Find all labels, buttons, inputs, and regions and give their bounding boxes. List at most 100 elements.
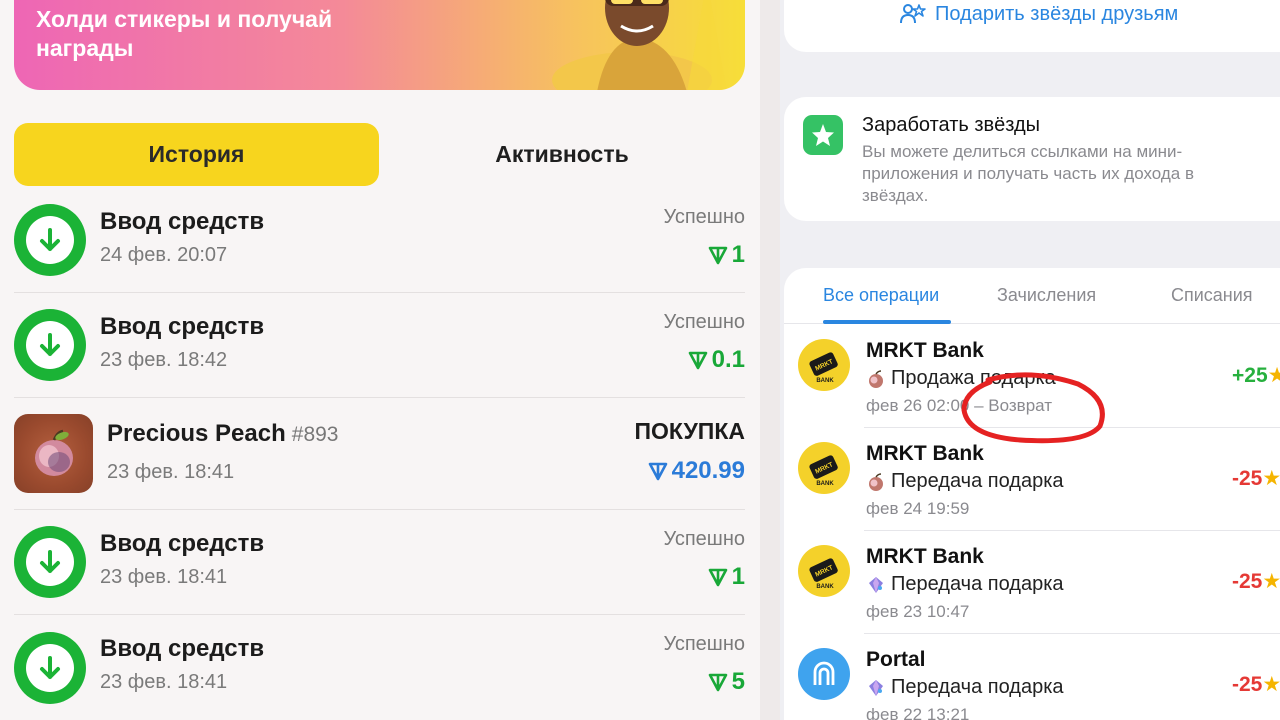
transaction-amount: +25★ [1232, 363, 1280, 388]
transaction-desc-text: Передача подарка [891, 573, 1064, 595]
history-amount: 420.99 [648, 457, 745, 485]
earn-stars-description: Вы можете делиться ссылками на мини- при… [862, 141, 1252, 207]
earn-stars-card[interactable]: Заработать звёзды Вы можете делиться ссы… [784, 97, 1280, 221]
banner-line-1: Холди стикеры и получай [36, 6, 333, 32]
gift-friends-icon [900, 4, 926, 24]
history-activity-tabs: История Активность [14, 123, 745, 186]
stars-panel: Подарить звёзды друзьям Заработать звёзд… [780, 0, 1280, 720]
transaction-desc-text: Передача подарка [891, 676, 1064, 698]
earn-desc-line: Вы можете делиться ссылками на мини- [862, 142, 1183, 161]
gift-name: Precious Peach [107, 420, 286, 447]
history-status: Успешно [663, 633, 745, 655]
transaction-desc-text: Продажа подарка [891, 367, 1056, 389]
operations-tabs: Все операции Зачисления Списания [784, 268, 1280, 324]
deposit-icon [14, 526, 86, 598]
transaction-date: фев 22 13:21 [866, 705, 970, 720]
transaction-row[interactable]: Portal Передача подарка фев 22 13:21 -25… [784, 634, 1280, 720]
history-row[interactable]: Ввод средств 24 фев. 20:07 Успешно 1 [14, 188, 745, 293]
banner-text: Холди стикеры и получай награды [36, 5, 332, 63]
gift-number: #893 [291, 423, 339, 446]
mrkt-bank-avatar: MRKT BANK [798, 545, 850, 597]
mrkt-logo-sub: BANK [816, 378, 834, 384]
history-status: Успешно [663, 528, 745, 550]
earn-desc-line: приложения и получать часть их дохода в [862, 164, 1194, 183]
ton-icon [708, 568, 727, 587]
active-tab-indicator [823, 320, 951, 324]
tab-activity[interactable]: Активность [379, 123, 745, 186]
transaction-name: MRKT Bank [866, 442, 984, 465]
crystal-gift-icon [869, 679, 883, 696]
transaction-date: фев 24 19:59 [866, 499, 970, 518]
star-icon: ★ [1262, 570, 1280, 593]
gift-stars-label: Подарить звёзды друзьям [935, 2, 1179, 25]
transaction-row[interactable]: MRKT BANK MRKT Bank Продажа подарка фев … [784, 325, 1280, 428]
transaction-name: Portal [866, 648, 926, 671]
peach-gift-icon [869, 369, 883, 388]
banner-character-illustration [552, 0, 727, 90]
history-amount-value: 1 [731, 563, 745, 590]
mrkt-logo-sub: BANK [816, 481, 834, 487]
history-amount: 5 [708, 668, 745, 696]
earn-desc-line: звёздах. [862, 186, 929, 205]
banner-line-2: награды [36, 35, 134, 61]
precious-peach-thumbnail [14, 413, 93, 493]
wallet-panel: Холди стикеры и получай награды История … [0, 0, 760, 720]
peach-gift-icon [869, 472, 883, 491]
crystal-gift-icon [869, 576, 883, 593]
history-date: 24 фев. 20:07 [100, 244, 228, 266]
history-amount-value: 1 [731, 241, 745, 268]
history-amount-value: 0.1 [711, 346, 745, 373]
history-row[interactable]: Ввод средств 23 фев. 18:42 Успешно 0.1 [14, 293, 745, 398]
history-title: Ввод средств [100, 313, 265, 340]
history-amount-value: 5 [731, 668, 745, 695]
history-amount-value: 420.99 [671, 457, 745, 484]
transaction-amount: -25★ [1232, 466, 1280, 491]
tab-income[interactable]: Зачисления [997, 285, 1096, 306]
transaction-amount-value: -25 [1232, 570, 1263, 593]
ton-icon [708, 673, 727, 692]
history-row[interactable]: Ввод средств 23 фев. 18:41 Успешно 5 [14, 615, 745, 720]
transaction-row[interactable]: MRKT BANK MRKT Bank Передача подарка фев… [784, 531, 1280, 634]
deposit-icon [14, 309, 86, 381]
history-list: Ввод средств 24 фев. 20:07 Успешно 1 Вво… [14, 188, 745, 720]
transaction-date: фев 26 02:00 – Возврат [866, 396, 1053, 415]
history-status: ПОКУПКА [634, 418, 745, 444]
promo-banner[interactable]: Холди стикеры и получай награды [14, 0, 745, 90]
deposit-icon [14, 204, 86, 276]
screenshot-divider [760, 0, 780, 720]
history-date: 23 фев. 18:42 [100, 349, 228, 371]
gift-stars-link[interactable]: Подарить звёзды друзьям [899, 2, 1178, 26]
ton-icon [688, 351, 707, 370]
transaction-date: фев 23 10:47 [866, 602, 970, 621]
history-date: 23 фев. 18:41 [100, 566, 228, 588]
star-icon: ★ [1267, 364, 1280, 387]
transaction-description: Передача подарка [866, 573, 1064, 596]
ton-icon [708, 246, 727, 265]
star-icon: ★ [1262, 467, 1280, 490]
operations-card: Все операции Зачисления Списания MRKT BA… [784, 268, 1280, 720]
mrkt-bank-avatar: MRKT BANK [798, 442, 850, 494]
history-amount: 0.1 [688, 346, 745, 374]
transaction-amount: -25★ [1232, 569, 1280, 594]
mrkt-bank-avatar: MRKT BANK [798, 339, 850, 391]
transaction-row[interactable]: MRKT BANK MRKT Bank Передача подарка фев… [784, 428, 1280, 531]
transaction-description: Продажа подарка [866, 367, 1056, 390]
transaction-amount-value: -25 [1232, 673, 1263, 696]
history-title: Ввод средств [100, 635, 265, 662]
history-title: Ввод средств [100, 208, 265, 235]
history-status: Успешно [663, 206, 745, 228]
gift-stars-card: Подарить звёзды друзьям [784, 0, 1280, 52]
history-date: 23 фев. 18:41 [100, 671, 228, 693]
mrkt-logo-sub: BANK [816, 584, 834, 590]
portal-avatar [798, 648, 850, 700]
transaction-amount-value: +25 [1232, 364, 1268, 387]
history-row[interactable]: Precious Peach #893 23 фев. 18:41 ПОКУПКА… [14, 398, 745, 510]
tab-expense[interactable]: Списания [1171, 285, 1253, 306]
history-title: Ввод средств [100, 530, 265, 557]
history-status: Успешно [663, 311, 745, 333]
history-row[interactable]: Ввод средств 23 фев. 18:41 Успешно 1 [14, 510, 745, 615]
tab-all-operations[interactable]: Все операции [823, 285, 939, 306]
earn-stars-title: Заработать звёзды [862, 114, 1041, 136]
history-amount: 1 [708, 563, 745, 591]
tab-history[interactable]: История [14, 123, 379, 186]
